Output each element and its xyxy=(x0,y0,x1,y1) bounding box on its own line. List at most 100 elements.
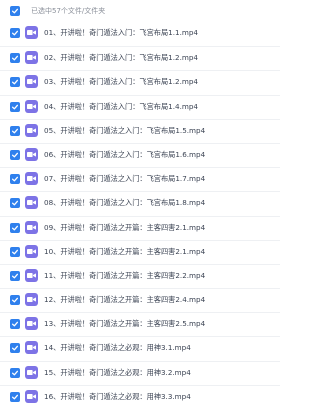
file-checkbox[interactable] xyxy=(10,125,20,136)
file-checkbox[interactable] xyxy=(10,149,20,160)
checkmark-icon xyxy=(11,30,19,36)
file-name: 14、开讲啦！奇门遁法之必观：用神3.1.mp4 xyxy=(44,343,191,353)
video-file-icon xyxy=(25,123,38,137)
file-checkbox[interactable] xyxy=(10,28,20,38)
video-file-icon xyxy=(25,196,38,210)
file-row[interactable]: 13、开讲啦！奇门遁法之开篇：主客四害2.5.mp4 xyxy=(0,312,280,336)
file-row[interactable]: 16、开讲啦！奇门遁法之必观：用神3.3.mp4 xyxy=(0,384,280,409)
video-camera-icon xyxy=(27,248,36,254)
checkmark-icon xyxy=(11,321,19,327)
file-row[interactable]: 01、开讲啦！奇门遁法入门：飞宫布局1.1.mp4 xyxy=(0,22,280,46)
file-checkbox[interactable] xyxy=(10,174,20,185)
checkmark-icon xyxy=(11,225,19,230)
checkmark-icon xyxy=(11,104,19,110)
file-row[interactable]: 15、开讲啦！奇门遁法之必观：用神3.2.mp4 xyxy=(0,360,280,385)
file-name: 03、开讲啦！奇门遁法入门：飞宫布局1.2.mp4 xyxy=(44,77,198,87)
file-row[interactable]: 11、开讲啦！奇门遁法之开篇：主客四害2.2.mp4 xyxy=(0,263,280,288)
checkmark-icon xyxy=(11,152,19,158)
video-camera-icon xyxy=(27,79,36,85)
file-list: 01、开讲啦！奇门遁法入门：飞宫布局1.1.mp4 02、开讲啦！奇门遁法入门：飞… xyxy=(0,22,280,409)
file-row[interactable]: 14、开讲啦！奇门遁法之必观：用神3.1.mp4 xyxy=(0,336,280,360)
video-file-icon xyxy=(25,51,38,65)
checkmark-icon xyxy=(11,128,19,134)
selection-count-label: 已选中57个文件/文件夹 xyxy=(31,7,106,15)
video-camera-icon xyxy=(27,345,36,351)
file-checkbox[interactable] xyxy=(10,343,20,354)
file-row[interactable]: 04、开讲啦！奇门遁法入门：飞宫布局1.4.mp4 xyxy=(0,94,280,119)
file-row[interactable]: 08、开讲啦！奇门遁法之入门：飞宫布局1.8.mp4 xyxy=(0,191,280,215)
checkmark-icon xyxy=(11,370,19,376)
checkmark-icon xyxy=(11,176,19,182)
video-file-icon xyxy=(25,244,38,258)
checkmark-icon xyxy=(11,200,19,206)
video-camera-icon xyxy=(27,393,36,399)
file-row[interactable]: 07、开讲啦！奇门遁法之入门：飞宫布局1.7.mp4 xyxy=(0,167,280,191)
file-name: 06、开讲啦！奇门遁法之入门：飞宫布局1.6.mp4 xyxy=(44,149,206,159)
file-name: 12、开讲啦！奇门遁法之开篇：主客四害2.4.mp4 xyxy=(44,295,206,305)
video-file-icon xyxy=(25,389,38,403)
file-name: 05、开讲啦！奇门遁法之入门：飞宫布局1.5.mp4 xyxy=(44,125,206,135)
file-name: 08、开讲啦！奇门遁法之入门：飞宫布局1.8.mp4 xyxy=(44,198,206,208)
video-file-icon xyxy=(25,172,38,186)
file-row[interactable]: 10、开讲啦！奇门遁法之开篇：主客四害2.1.mp4 xyxy=(0,239,280,264)
video-camera-icon xyxy=(27,321,36,327)
file-row[interactable]: 12、开讲啦！奇门遁法之开篇：主客四害2.4.mp4 xyxy=(0,288,280,312)
file-row[interactable]: 02、开讲啦！奇门遁法入门：飞宫布局1.2.mp4 xyxy=(0,46,280,70)
checkmark-icon xyxy=(11,273,19,279)
file-row[interactable]: 05、开讲啦！奇门遁法之入门：飞宫布局1.5.mp4 xyxy=(0,118,280,143)
checkmark-icon xyxy=(11,346,19,351)
file-checkbox[interactable] xyxy=(10,246,20,257)
video-camera-icon xyxy=(27,369,36,375)
file-name: 01、开讲啦！奇门遁法入门：飞宫布局1.1.mp4 xyxy=(44,28,198,37)
file-row[interactable]: 06、开讲啦！奇门遁法之入门：飞宫布局1.6.mp4 xyxy=(0,142,280,167)
checkmark-icon xyxy=(11,8,19,14)
file-name: 16、开讲啦！奇门遁法之必观：用神3.3.mp4 xyxy=(44,391,191,401)
video-camera-icon xyxy=(27,55,36,61)
file-name: 13、开讲啦！奇门遁法之开篇：主客四害2.5.mp4 xyxy=(44,319,206,329)
file-checkbox[interactable] xyxy=(10,319,20,330)
file-checkbox[interactable] xyxy=(10,77,20,88)
file-name: 15、开讲啦！奇门遁法之必观：用神3.2.mp4 xyxy=(44,367,191,377)
video-file-icon xyxy=(25,365,38,379)
video-camera-icon xyxy=(27,176,36,182)
video-file-icon xyxy=(25,268,38,282)
file-name: 09、开讲啦！奇门遁法之开篇：主客四害2.1.mp4 xyxy=(44,222,206,232)
file-name: 11、开讲啦！奇门遁法之开篇：主客四害2.2.mp4 xyxy=(44,270,206,280)
video-file-icon xyxy=(25,75,38,89)
file-name: 04、开讲啦！奇门遁法入门：飞宫布局1.4.mp4 xyxy=(44,101,198,111)
file-checkbox[interactable] xyxy=(10,367,20,378)
video-file-icon xyxy=(25,220,38,234)
file-row[interactable]: 09、开讲啦！奇门遁法之开篇：主客四害2.1.mp4 xyxy=(0,215,280,240)
file-name: 07、开讲啦！奇门遁法之入门：飞宫布局1.7.mp4 xyxy=(44,174,206,184)
file-checkbox[interactable] xyxy=(10,53,20,64)
file-checkbox[interactable] xyxy=(10,198,20,209)
video-file-icon xyxy=(25,99,38,113)
video-camera-icon xyxy=(27,272,36,278)
file-checkbox[interactable] xyxy=(10,391,20,402)
video-file-icon xyxy=(25,147,38,161)
video-file-icon xyxy=(25,341,38,355)
video-camera-icon xyxy=(27,224,36,230)
file-checkbox[interactable] xyxy=(10,101,20,112)
video-file-icon xyxy=(25,293,38,307)
checkmark-icon xyxy=(11,297,19,303)
video-camera-icon xyxy=(27,151,36,157)
file-checkbox[interactable] xyxy=(10,270,20,281)
checkmark-icon xyxy=(11,55,19,61)
checkmark-icon xyxy=(11,80,19,85)
video-camera-icon xyxy=(27,103,36,109)
video-camera-icon xyxy=(27,127,36,133)
video-camera-icon xyxy=(27,297,36,303)
video-camera-icon xyxy=(27,30,36,35)
file-name: 10、开讲啦！奇门遁法之开篇：主客四害2.1.mp4 xyxy=(44,246,206,256)
video-file-icon xyxy=(25,317,38,331)
select-all-checkbox[interactable] xyxy=(10,6,20,16)
checkmark-icon xyxy=(11,249,19,255)
file-row[interactable]: 03、开讲啦！奇门遁法入门：飞宫布局1.2.mp4 xyxy=(0,70,280,94)
file-checkbox[interactable] xyxy=(10,295,20,306)
selection-header: 已选中57个文件/文件夹 xyxy=(0,0,280,22)
video-file-icon xyxy=(25,26,38,39)
video-camera-icon xyxy=(27,200,36,206)
file-name: 02、开讲啦！奇门遁法入门：飞宫布局1.2.mp4 xyxy=(44,53,198,63)
file-checkbox[interactable] xyxy=(10,222,20,233)
